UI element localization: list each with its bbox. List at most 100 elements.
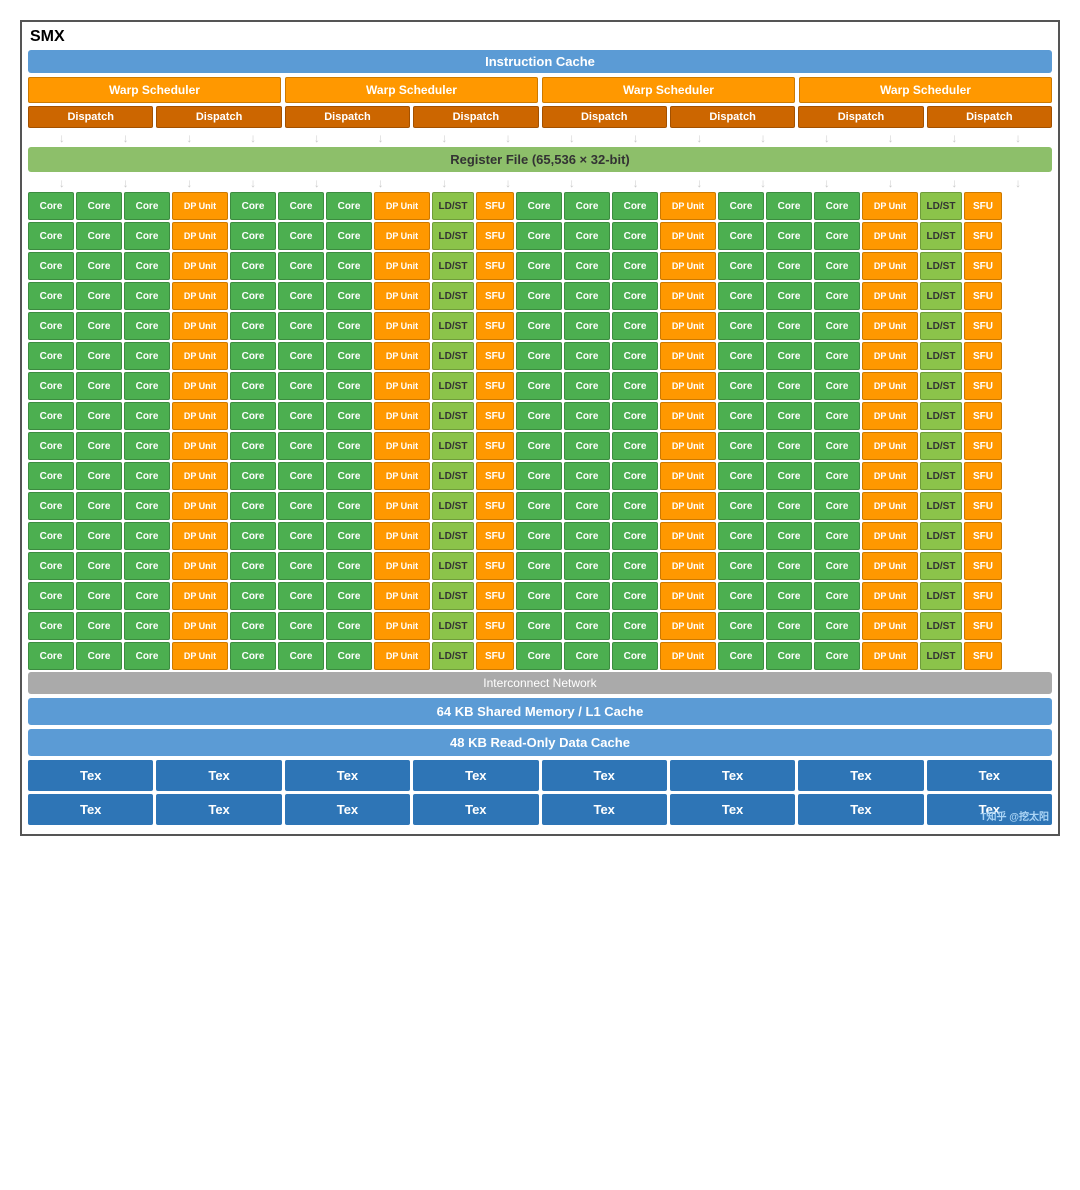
core-cell-r6-c17: Core [814, 342, 860, 370]
core-cell-r3-c1: Core [28, 252, 74, 280]
core-cell-r11-c12: Core [564, 492, 610, 520]
core-cell-r5-c6: Core [278, 312, 324, 340]
core-cell-r9-c13: Core [612, 432, 658, 460]
core-cell-r10-c10: SFU [476, 462, 514, 490]
core-cell-r9-c14: DP Unit [660, 432, 716, 460]
core-cell-r4-c10: SFU [476, 282, 514, 310]
core-cell-r11-c14: DP Unit [660, 492, 716, 520]
core-cell-r10-c3: Core [124, 462, 170, 490]
rarrow-3: ↓ [186, 176, 192, 190]
core-cell-r12-c8: DP Unit [374, 522, 430, 550]
core-cell-r6-c11: Core [516, 342, 562, 370]
core-cell-r6-c13: Core [612, 342, 658, 370]
core-cell-r2-c3: Core [124, 222, 170, 250]
core-cell-r1-c18: DP Unit [862, 192, 918, 220]
readonly-cache: 48 KB Read-Only Data Cache [28, 729, 1052, 756]
core-cell-r5-c20: SFU [964, 312, 1002, 340]
arrow-row-dispatch: ↓ ↓ ↓ ↓ ↓ ↓ ↓ ↓ ↓ ↓ ↓ ↓ ↓ ↓ ↓ ↓ [28, 131, 1052, 145]
core-cell-r5-c14: DP Unit [660, 312, 716, 340]
core-cell-r15-c13: Core [612, 612, 658, 640]
tex-1-1: Tex [28, 760, 153, 791]
core-cell-r12-c5: Core [230, 522, 276, 550]
warp-scheduler-2: Warp Scheduler [285, 77, 538, 103]
dispatch-3: Dispatch [285, 106, 410, 128]
core-cell-r15-c15: Core [718, 612, 764, 640]
core-cell-r10-c5: Core [230, 462, 276, 490]
core-cell-r5-c4: DP Unit [172, 312, 228, 340]
tex-1-2: Tex [156, 760, 281, 791]
core-cell-r1-c10: SFU [476, 192, 514, 220]
tex-2-2: Tex [156, 794, 281, 825]
rarrow-5: ↓ [314, 176, 320, 190]
core-cell-r6-c4: DP Unit [172, 342, 228, 370]
core-cell-r13-c13: Core [612, 552, 658, 580]
core-cell-r16-c19: LD/ST [920, 642, 962, 670]
core-cell-r4-c13: Core [612, 282, 658, 310]
core-cell-r8-c7: Core [326, 402, 372, 430]
core-cell-r15-c2: Core [76, 612, 122, 640]
core-cell-r12-c4: DP Unit [172, 522, 228, 550]
rarrow-2: ↓ [123, 176, 129, 190]
core-cell-r1-c13: Core [612, 192, 658, 220]
core-cell-r4-c4: DP Unit [172, 282, 228, 310]
core-cell-r3-c16: Core [766, 252, 812, 280]
core-cell-r16-c20: SFU [964, 642, 1002, 670]
core-cell-r14-c4: DP Unit [172, 582, 228, 610]
dispatch-1: Dispatch [28, 106, 153, 128]
core-cell-r16-c17: Core [814, 642, 860, 670]
core-cell-r4-c8: DP Unit [374, 282, 430, 310]
core-cell-r4-c3: Core [124, 282, 170, 310]
core-cell-r15-c6: Core [278, 612, 324, 640]
core-cell-r10-c11: Core [516, 462, 562, 490]
core-cell-r2-c4: DP Unit [172, 222, 228, 250]
core-cell-r6-c14: DP Unit [660, 342, 716, 370]
core-cell-r6-c10: SFU [476, 342, 514, 370]
core-cell-r2-c20: SFU [964, 222, 1002, 250]
core-cell-r16-c1: Core [28, 642, 74, 670]
core-cell-r9-c8: DP Unit [374, 432, 430, 460]
core-cell-r8-c4: DP Unit [172, 402, 228, 430]
core-cell-r16-c14: DP Unit [660, 642, 716, 670]
core-cell-r15-c4: DP Unit [172, 612, 228, 640]
core-cell-r8-c5: Core [230, 402, 276, 430]
core-cell-r3-c14: DP Unit [660, 252, 716, 280]
core-cell-r13-c19: LD/ST [920, 552, 962, 580]
core-cell-r3-c2: Core [76, 252, 122, 280]
core-cell-r7-c10: SFU [476, 372, 514, 400]
rarrow-10: ↓ [633, 176, 639, 190]
rarrow-1: ↓ [59, 176, 65, 190]
core-cell-r9-c6: Core [278, 432, 324, 460]
core-cell-r7-c2: Core [76, 372, 122, 400]
shared-memory: 64 KB Shared Memory / L1 Cache [28, 698, 1052, 725]
core-cell-r9-c10: SFU [476, 432, 514, 460]
core-cell-r15-c3: Core [124, 612, 170, 640]
core-cell-r2-c19: LD/ST [920, 222, 962, 250]
core-cell-r11-c16: Core [766, 492, 812, 520]
core-cell-r5-c2: Core [76, 312, 122, 340]
core-cell-r11-c6: Core [278, 492, 324, 520]
core-cell-r15-c17: Core [814, 612, 860, 640]
core-row-6: CoreCoreCoreDP UnitCoreCoreCoreDP UnitLD… [28, 342, 1052, 370]
core-cell-r2-c12: Core [564, 222, 610, 250]
core-cell-r4-c5: Core [230, 282, 276, 310]
core-cell-r5-c11: Core [516, 312, 562, 340]
core-cell-r1-c2: Core [76, 192, 122, 220]
core-cell-r2-c16: Core [766, 222, 812, 250]
core-cell-r11-c17: Core [814, 492, 860, 520]
core-cell-r13-c7: Core [326, 552, 372, 580]
interconnect-network: Interconnect Network [28, 672, 1052, 694]
core-cell-r13-c6: Core [278, 552, 324, 580]
core-cell-r4-c20: SFU [964, 282, 1002, 310]
rarrow-6: ↓ [378, 176, 384, 190]
smx-title: SMX [28, 28, 1052, 46]
core-cell-r11-c20: SFU [964, 492, 1002, 520]
core-cell-r6-c3: Core [124, 342, 170, 370]
core-cell-r6-c5: Core [230, 342, 276, 370]
core-cell-r5-c7: Core [326, 312, 372, 340]
core-cell-r2-c13: Core [612, 222, 658, 250]
core-cell-r15-c7: Core [326, 612, 372, 640]
core-cell-r3-c8: DP Unit [374, 252, 430, 280]
tex-1-3: Tex [285, 760, 410, 791]
core-cell-r15-c5: Core [230, 612, 276, 640]
core-cell-r10-c17: Core [814, 462, 860, 490]
